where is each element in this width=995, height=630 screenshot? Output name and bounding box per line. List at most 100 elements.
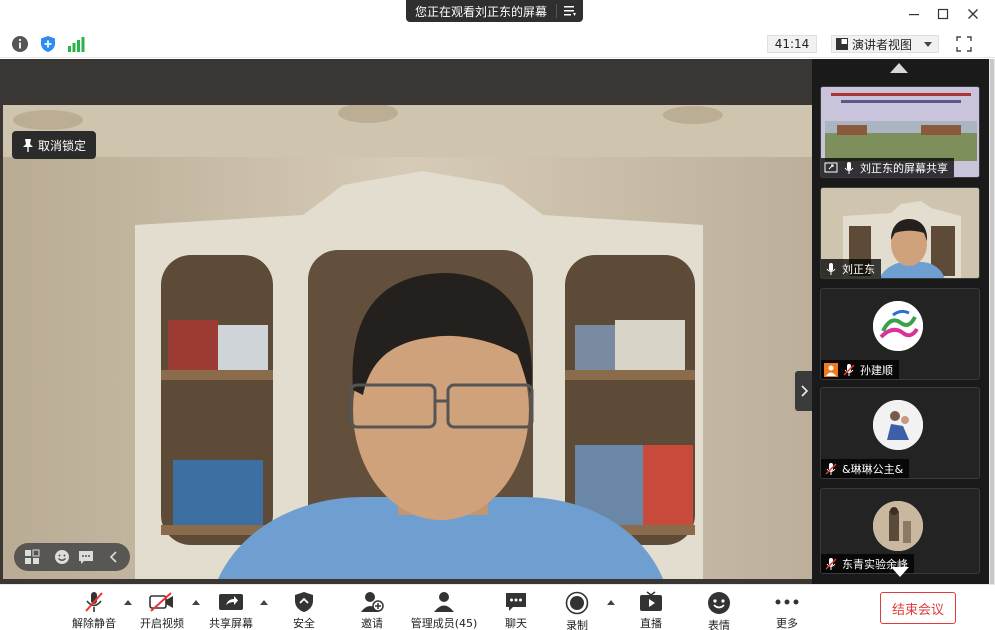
zoom-meeting-window: 您正在观看刘正东的屏幕 41:14 演讲者视图 取消锁定 刘正东的屏幕共享 刘正… bbox=[0, 0, 995, 630]
avatar bbox=[873, 501, 923, 551]
participant-name: 孙建顺 bbox=[860, 363, 893, 377]
close-icon bbox=[968, 9, 978, 19]
participant-name-tag: 孙建顺 bbox=[821, 360, 899, 379]
end-meeting-button[interactable]: 结束会议 bbox=[880, 592, 956, 624]
audio-options-caret[interactable] bbox=[124, 600, 132, 605]
share-banner-text: 您正在观看刘正东的屏幕 bbox=[415, 4, 548, 19]
live-icon bbox=[640, 591, 662, 611]
participant-tile-screen-share[interactable]: 刘正东的屏幕共享 bbox=[820, 86, 980, 178]
viewing-share-banner[interactable]: 您正在观看刘正东的屏幕 bbox=[406, 0, 583, 22]
main-video-stage[interactable]: 取消锁定 bbox=[0, 59, 812, 584]
scroll-up-icon[interactable] bbox=[890, 63, 908, 73]
participants-icon bbox=[434, 592, 454, 612]
live-stream-button[interactable]: 直播 bbox=[628, 585, 674, 630]
photo-avatar-icon bbox=[873, 501, 923, 551]
toolbar-label: 解除静音 bbox=[72, 617, 116, 630]
toolbar-label: 管理成员(45) bbox=[410, 617, 478, 630]
signal-icon[interactable] bbox=[67, 35, 85, 53]
list-icon[interactable] bbox=[563, 5, 577, 17]
meeting-info-bar: 41:14 演讲者视图 bbox=[0, 30, 995, 58]
share-options-caret[interactable] bbox=[260, 600, 268, 605]
security-icon bbox=[295, 592, 313, 612]
participant-name-tag: &琳琳公主& bbox=[821, 459, 910, 478]
participant-name: &琳琳公主& bbox=[842, 462, 904, 476]
user-icon bbox=[824, 362, 838, 377]
participant-tile-sun-jianshun[interactable]: 孙建顺 bbox=[820, 288, 980, 380]
mic-muted-icon bbox=[85, 592, 103, 612]
participant-name-tag: 刘正东的屏幕共享 bbox=[821, 158, 954, 177]
participant-gallery: 刘正东的屏幕共享 刘正东 孙建顺 &琳琳公主& 东青实验余峰 bbox=[812, 59, 989, 584]
manage-participants-button[interactable]: 管理成员(45) bbox=[406, 585, 482, 630]
scroll-down-icon[interactable] bbox=[891, 567, 909, 577]
mic-muted-icon bbox=[825, 557, 837, 570]
video-off-icon bbox=[149, 592, 173, 612]
meeting-toolbar: 解除静音 开启视频 共享屏幕 安全 邀请 管理成员(45) 聊天 录制 直播 表… bbox=[0, 584, 995, 630]
fullscreen-icon[interactable] bbox=[956, 36, 972, 52]
chevron-left-icon[interactable] bbox=[106, 549, 122, 565]
participant-tile-dongqing[interactable]: 东青实验余峰 bbox=[820, 488, 980, 574]
window-scrollbar[interactable] bbox=[989, 59, 995, 584]
toolbar-label: 共享屏幕 bbox=[209, 617, 253, 630]
share-screen-small-icon bbox=[824, 162, 838, 172]
participant-tile-speaker[interactable]: 刘正东 bbox=[820, 187, 980, 279]
participant-name: 刘正东 bbox=[842, 262, 875, 276]
reactions-button[interactable]: 表情 bbox=[696, 585, 742, 630]
toolbar-label: 开启视频 bbox=[140, 617, 184, 630]
speaker-view-icon bbox=[836, 38, 848, 50]
chat-icon bbox=[506, 593, 526, 611]
share-screen-icon bbox=[219, 594, 243, 610]
mic-muted-icon bbox=[825, 462, 837, 475]
chat-button[interactable]: 聊天 bbox=[492, 585, 540, 630]
toolbar-label: 安全 bbox=[293, 617, 315, 630]
meeting-timer: 41:14 bbox=[767, 35, 817, 53]
more-icon bbox=[775, 599, 799, 605]
unpin-label: 取消锁定 bbox=[38, 138, 87, 153]
maximize-icon bbox=[937, 8, 949, 20]
logo-avatar-icon bbox=[873, 301, 923, 351]
share-screen-button[interactable]: 共享屏幕 bbox=[204, 585, 258, 630]
unmute-button[interactable]: 解除静音 bbox=[68, 585, 120, 630]
record-options-caret[interactable] bbox=[607, 600, 615, 605]
minimize-button[interactable] bbox=[902, 4, 926, 24]
banner-separator bbox=[556, 4, 557, 18]
record-icon bbox=[565, 591, 589, 615]
toolbar-label: 聊天 bbox=[505, 617, 527, 630]
maximize-button[interactable] bbox=[931, 4, 955, 24]
shield-icon[interactable] bbox=[39, 35, 57, 53]
speaker-video bbox=[3, 105, 812, 579]
more-button[interactable]: 更多 bbox=[764, 585, 810, 630]
pin-icon bbox=[23, 139, 33, 152]
toggle-gallery-panel[interactable] bbox=[795, 371, 812, 411]
chevron-down-icon bbox=[924, 42, 932, 47]
unpin-video-button[interactable]: 取消锁定 bbox=[12, 131, 97, 159]
emoji-icon bbox=[708, 592, 730, 614]
toolbar-label: 表情 bbox=[708, 619, 730, 630]
toolbar-label: 直播 bbox=[640, 617, 662, 630]
close-button[interactable] bbox=[961, 4, 985, 24]
toolbar-label: 邀请 bbox=[361, 617, 383, 630]
invite-icon bbox=[361, 592, 384, 612]
comment-icon[interactable] bbox=[78, 549, 94, 565]
avatar bbox=[873, 400, 923, 450]
participant-tile-linlin[interactable]: &琳琳公主& bbox=[820, 387, 980, 479]
invite-button[interactable]: 邀请 bbox=[348, 585, 396, 630]
video-options-caret[interactable] bbox=[192, 600, 200, 605]
view-mode-label: 演讲者视图 bbox=[852, 37, 913, 52]
layout-grid-icon[interactable] bbox=[24, 549, 40, 565]
start-video-button[interactable]: 开启视频 bbox=[136, 585, 188, 630]
reaction-icon[interactable] bbox=[54, 549, 70, 565]
record-button[interactable]: 录制 bbox=[554, 585, 600, 630]
mic-icon bbox=[826, 262, 836, 275]
info-icon[interactable] bbox=[11, 35, 29, 53]
photo-avatar-icon bbox=[873, 400, 923, 450]
toolbar-label: 录制 bbox=[566, 619, 588, 630]
scrollbar-thumb[interactable] bbox=[990, 59, 994, 584]
minimize-icon bbox=[909, 14, 919, 16]
security-button[interactable]: 安全 bbox=[280, 585, 328, 630]
view-mode-dropdown[interactable]: 演讲者视图 bbox=[831, 35, 939, 53]
avatar bbox=[873, 301, 923, 351]
participant-name-tag: 刘正东 bbox=[821, 259, 881, 278]
mic-muted-icon bbox=[843, 363, 855, 376]
chevron-right-icon bbox=[800, 385, 808, 397]
toolbar-label: 更多 bbox=[776, 617, 798, 630]
